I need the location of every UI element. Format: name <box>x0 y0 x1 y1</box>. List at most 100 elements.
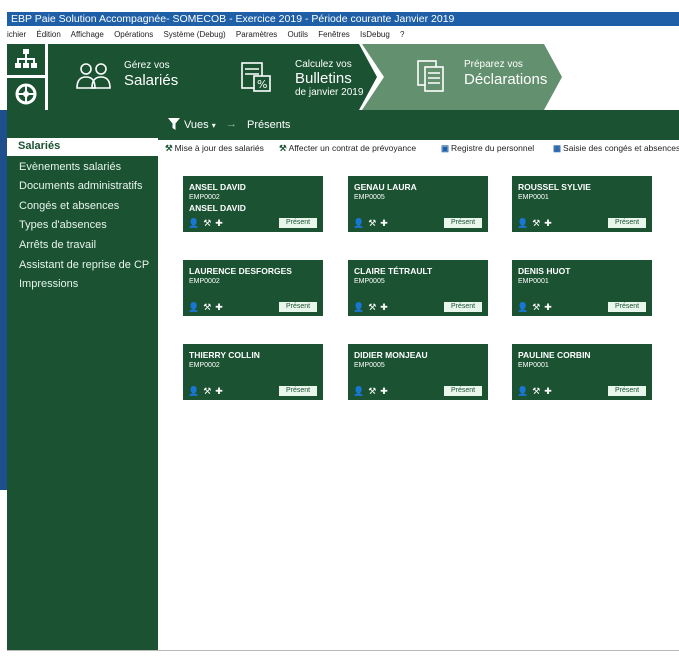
tools-icon[interactable]: ⚒ <box>203 302 211 312</box>
update-employees-label: Mise à jour des salariés <box>174 143 264 153</box>
person-icon[interactable]: 👤 <box>517 218 528 228</box>
tools-icon: ⚒ <box>279 143 287 153</box>
sidebar-item-evenements[interactable]: Evènements salariés <box>19 161 121 173</box>
view-bar: Vues ▾ → Présents <box>158 110 679 140</box>
sidebar-item-salaries[interactable]: Salariés <box>7 138 158 156</box>
step-declarations-small: Préparez vos <box>464 59 523 70</box>
menu-help[interactable]: ? <box>400 30 404 39</box>
assign-contract-button[interactable]: ⚒ Affecter un contrat de prévoyance <box>279 143 416 154</box>
org-chart-button[interactable] <box>7 44 45 75</box>
employee-code: EMP0001 <box>518 362 549 369</box>
tools-icon[interactable]: ⚒ <box>203 218 211 228</box>
window-title: EBP Paie Solution Accompagnée- SOMECOB -… <box>11 13 455 25</box>
employee-name: LAURENCE DESFORGES <box>189 266 292 276</box>
employee-name-secondary: ANSEL DAVID <box>189 203 246 213</box>
menu-outils[interactable]: Outils <box>288 30 308 39</box>
menu-parametres[interactable]: Paramètres <box>236 30 277 39</box>
tools-icon[interactable]: ⚒ <box>203 386 211 396</box>
employee-name: THIERRY COLLIN <box>189 350 260 360</box>
step-declarations[interactable]: Préparez vos Déclarations <box>362 44 562 110</box>
employee-code: EMP0001 <box>518 194 549 201</box>
add-icon[interactable]: ✚ <box>544 218 552 228</box>
menu-fichier[interactable]: ichier <box>7 30 26 39</box>
status-badge: Présent <box>279 386 317 396</box>
employee-card[interactable]: ANSEL DAVID EMP0002 ANSEL DAVID 👤 ⚒ ✚ Prés… <box>183 176 323 232</box>
employee-card[interactable]: PAULINE CORBIN EMP0001 👤 ⚒ ✚ Présent <box>512 344 652 400</box>
employee-card[interactable]: LAURENCE DESFORGES EMP0002 👤 ⚒ ✚ Présent <box>183 260 323 316</box>
status-badge: Présent <box>444 302 482 312</box>
person-icon[interactable]: 👤 <box>188 218 199 228</box>
sidebar-item-conges[interactable]: Congés et absences <box>19 200 119 212</box>
add-icon[interactable]: ✚ <box>215 386 223 396</box>
person-icon[interactable]: 👤 <box>517 386 528 396</box>
tools-icon[interactable]: ⚒ <box>532 386 540 396</box>
add-icon[interactable]: ✚ <box>544 386 552 396</box>
personnel-register-label: Registre du personnel <box>451 143 535 153</box>
add-icon[interactable]: ✚ <box>380 386 388 396</box>
person-icon[interactable]: 👤 <box>353 302 364 312</box>
leave-entry-button[interactable]: ▦ Saisie des congés et absences <box>553 143 679 154</box>
status-badge: Présent <box>279 302 317 312</box>
employee-card[interactable]: CLAIRE TÉTRAULT EMP0005 👤 ⚒ ✚ Présent <box>348 260 488 316</box>
tools-icon[interactable]: ⚒ <box>532 218 540 228</box>
step-bulletins-big: Bulletins <box>295 70 352 87</box>
employee-card[interactable]: DENIS HUOT EMP0001 👤 ⚒ ✚ Présent <box>512 260 652 316</box>
sidebar-item-documents[interactable]: Documents administratifs <box>19 180 143 192</box>
employee-code: EMP0005 <box>354 362 385 369</box>
sidebar-item-impressions[interactable]: Impressions <box>19 278 78 290</box>
sidebar-item-types-absences[interactable]: Types d'absences <box>19 219 107 231</box>
employee-card[interactable]: DIDIER MONJEAU EMP0005 👤 ⚒ ✚ Présent <box>348 344 488 400</box>
menu-operations[interactable]: Opérations <box>114 30 153 39</box>
employee-name: CLAIRE TÉTRAULT <box>354 266 433 276</box>
step-bulletins[interactable]: % Calculez vos Bulletins de janvier 2019 <box>187 44 377 110</box>
add-icon[interactable]: ✚ <box>215 218 223 228</box>
svg-text:%: % <box>257 78 267 91</box>
views-label: Vues <box>184 119 209 131</box>
menu-isdebug[interactable]: IsDebug <box>360 30 390 39</box>
add-icon[interactable]: ✚ <box>215 302 223 312</box>
update-employees-button[interactable]: ⚒ Mise à jour des salariés <box>165 143 264 154</box>
menu-affichage[interactable]: Affichage <box>71 30 104 39</box>
person-icon[interactable]: 👤 <box>188 386 199 396</box>
employee-code: EMP0002 <box>189 362 220 369</box>
person-icon[interactable]: 👤 <box>353 386 364 396</box>
tools-icon[interactable]: ⚒ <box>368 302 376 312</box>
title-bar: EBP Paie Solution Accompagnée- SOMECOB -… <box>7 12 679 26</box>
employee-card[interactable]: ROUSSEL SYLVIE EMP0001 👤 ⚒ ✚ Présent <box>512 176 652 232</box>
employee-name: ANSEL DAVID <box>189 182 246 192</box>
chevron-down-icon: ▾ <box>211 121 216 130</box>
declarations-icon <box>417 60 444 92</box>
add-icon[interactable]: ✚ <box>544 302 552 312</box>
action-bar: ⚒ Mise à jour des salariés ⚒ Affecter un c… <box>158 140 679 156</box>
employee-code: EMP0002 <box>189 278 220 285</box>
step-bulletins-small: Calculez vos <box>295 59 352 70</box>
employee-name: PAULINE CORBIN <box>518 350 591 360</box>
sidebar-item-reprise-cp[interactable]: Assistant de reprise de CP <box>19 259 149 271</box>
filter-icon[interactable] <box>168 118 180 130</box>
tools-icon[interactable]: ⚒ <box>368 218 376 228</box>
views-dropdown[interactable]: Vues ▾ <box>184 119 216 131</box>
payslip-icon: % <box>241 62 271 92</box>
tools-icon[interactable]: ⚒ <box>532 302 540 312</box>
person-icon[interactable]: 👤 <box>517 302 528 312</box>
menu-fenetres[interactable]: Fenêtres <box>318 30 350 39</box>
menu-systeme[interactable]: Système (Debug) <box>163 30 225 39</box>
employee-card[interactable]: THIERRY COLLIN EMP0002 👤 ⚒ ✚ Présent <box>183 344 323 400</box>
add-icon[interactable]: ✚ <box>380 302 388 312</box>
add-icon[interactable]: ✚ <box>380 218 388 228</box>
employee-card[interactable]: GENAU LAURA EMP0005 👤 ⚒ ✚ Présent <box>348 176 488 232</box>
tools-icon: ⚒ <box>165 143 173 153</box>
assign-contract-label: Affecter un contrat de prévoyance <box>288 143 417 153</box>
personnel-register-button[interactable]: ▣ Registre du personnel <box>441 143 534 154</box>
person-icon[interactable]: 👤 <box>188 302 199 312</box>
menu-edition[interactable]: Édition <box>36 30 60 39</box>
status-badge: Présent <box>608 386 646 396</box>
help-lifebuoy-button[interactable] <box>7 78 45 110</box>
sidebar-item-salaries-label: Salariés <box>18 140 61 152</box>
status-bar-divider <box>7 650 679 651</box>
calendar-icon: ▦ <box>553 143 562 153</box>
status-badge: Présent <box>444 218 482 228</box>
person-icon[interactable]: 👤 <box>353 218 364 228</box>
sidebar-item-arrets[interactable]: Arrêts de travail <box>19 239 96 251</box>
tools-icon[interactable]: ⚒ <box>368 386 376 396</box>
